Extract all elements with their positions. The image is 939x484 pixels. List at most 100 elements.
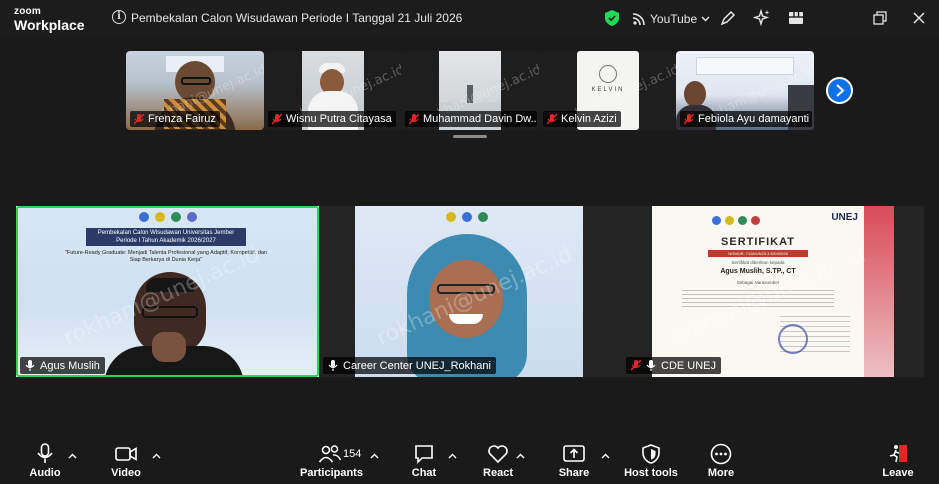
share-options-caret-icon[interactable] <box>601 451 611 459</box>
pinned-mic-icon <box>646 360 656 371</box>
meeting-toolbar: Audio Video Participants Chat React Shar… <box>0 437 939 484</box>
participant-thumbnail[interactable]: KELVIN rokhani@unej.ac.id Kelvin Azizi <box>539 51 677 130</box>
participants-options-caret-icon[interactable] <box>370 451 380 459</box>
logo-bottom-text: Workplace <box>14 17 85 33</box>
participant-nametag: Kelvin Azizi <box>543 111 621 127</box>
close-window-icon[interactable] <box>910 9 928 27</box>
react-options-caret-icon[interactable] <box>516 451 526 459</box>
thumbnail-logo-text: KELVIN <box>591 87 625 93</box>
sparkle-ai-icon[interactable] <box>753 9 771 27</box>
microphone-icon <box>37 443 53 463</box>
more-label: More <box>707 467 735 479</box>
certificate-role: Sebagai Narasumber <box>736 280 780 285</box>
certificate-card: UNEJ SERTIFIKAT NOMOR: 7128/UN25.3.5/DI/… <box>652 206 894 377</box>
leave-label: Leave <box>882 467 914 479</box>
slide-logos <box>48 212 288 226</box>
chevron-down-icon <box>701 16 710 22</box>
video-options-caret-icon[interactable] <box>152 451 162 459</box>
info-icon[interactable]: i <box>112 10 126 24</box>
heart-icon <box>488 445 508 464</box>
security-shield-icon[interactable] <box>605 10 619 26</box>
participant-thumbnail[interactable]: rokhani@unej.ac.id Wisnu Putra Citayasa <box>264 51 402 130</box>
certificate-given-to: Sertifikat diberikan kepada <box>731 260 785 265</box>
leave-door-icon <box>889 445 907 463</box>
share-button[interactable]: Share <box>555 443 593 479</box>
certificate-seal <box>778 324 808 354</box>
participant-nametag: Career Center UNEJ_Rokhani <box>323 357 496 374</box>
participant-nametag: Frenza Fairuz <box>130 111 220 127</box>
participant-name: Frenza Fairuz <box>148 113 216 125</box>
pinned-mic-icon <box>328 360 338 371</box>
participant-name: CDE UNEJ <box>661 359 717 372</box>
react-label: React <box>483 467 513 479</box>
chat-options-caret-icon[interactable] <box>448 451 458 459</box>
muted-mic-icon <box>684 113 694 124</box>
participants-icon <box>318 445 342 463</box>
certificate-recipient: Agus Muslih, S.TP., CT <box>720 268 796 275</box>
audio-options-caret-icon[interactable] <box>68 451 78 459</box>
title-bar: zoom Workplace i Pembekalan Calon Wisuda… <box>0 0 939 38</box>
participant-name: Febiola Ayu damayanti <box>698 113 810 125</box>
video-camera-icon <box>115 447 137 461</box>
more-dots-icon <box>710 443 732 465</box>
participant-nametag: Wisnu Putra Citayasa <box>268 111 396 127</box>
participant-thumbnail[interactable]: rokhani@unej.ac.id Frenza Fairuz <box>126 51 264 130</box>
participants-label: Participants <box>300 467 363 479</box>
muted-mic-icon <box>134 113 144 124</box>
participant-nametag: Febiola Ayu damayanti <box>680 111 812 127</box>
live-label: YouTube <box>650 12 698 26</box>
participant-name: Career Center UNEJ_Rokhani <box>343 359 491 372</box>
page-indicator[interactable] <box>453 135 487 138</box>
participant-nametag: Agus Muslih <box>20 357 105 374</box>
audio-button[interactable]: Audio <box>26 443 64 479</box>
host-tools-button[interactable]: Host tools <box>624 443 678 479</box>
video-tile[interactable]: UNEJ SERTIFIKAT NOMOR: 7128/UN25.3.5/DI/… <box>622 206 924 377</box>
participant-count-badge: 154 <box>343 448 362 460</box>
slide-tagline: "Future-Ready Graduate: Menjadi Talenta … <box>64 250 268 263</box>
meeting-title: Pembekalan Calon Wisudawan Periode I Tan… <box>131 11 463 25</box>
participant-thumbnail[interactable]: rokhani@unej.ac.id Muhammad Davin Dw... <box>401 51 539 130</box>
share-label: Share <box>558 467 590 479</box>
muted-mic-icon <box>272 113 282 124</box>
video-button[interactable]: Video <box>107 443 145 479</box>
next-page-button[interactable] <box>826 77 853 104</box>
more-button[interactable]: More <box>704 443 738 479</box>
muted-mic-icon <box>631 360 641 371</box>
slide-header: Pembekalan Calon Wisudawan Universitas J… <box>86 228 246 246</box>
video-tile[interactable]: rokhani@unej.ac.id Career Center UNEJ_Ro… <box>319 206 622 377</box>
chat-bubble-icon <box>415 445 433 464</box>
chevron-right-icon <box>836 84 845 97</box>
pinned-mic-icon <box>25 360 35 371</box>
muted-mic-icon <box>409 113 419 124</box>
certificate-number: NOMOR: 7128/UN25.3.5/DI/2026 <box>708 250 808 257</box>
muted-mic-icon <box>547 113 557 124</box>
certificate-logos <box>712 216 760 225</box>
annotate-pen-icon[interactable] <box>719 9 737 27</box>
video-tile-speaker[interactable]: Pembekalan Calon Wisudawan Universitas J… <box>16 206 319 377</box>
participant-name: Kelvin Azizi <box>561 113 617 125</box>
broadcast-icon <box>632 13 645 26</box>
logo-top-text: zoom <box>14 6 41 17</box>
host-tools-label: Host tools <box>624 467 678 479</box>
share-screen-icon <box>563 445 585 462</box>
certificate-brand: UNEJ <box>831 212 858 223</box>
participant-nametag: CDE UNEJ <box>626 357 722 374</box>
chat-label: Chat <box>411 467 437 479</box>
participant-name: Agus Muslih <box>40 359 100 372</box>
participant-nametag: Muhammad Davin Dw... <box>405 111 537 127</box>
slide-logos <box>367 212 567 226</box>
chat-button[interactable]: Chat <box>406 443 442 479</box>
react-button[interactable]: React <box>478 443 518 479</box>
app-logo: zoom Workplace <box>14 6 85 33</box>
certificate-title: SERTIFIKAT <box>721 236 795 248</box>
participant-name: Wisnu Putra Citayasa <box>286 113 392 125</box>
participant-thumbnail[interactable]: rokhani@unej.ac.id Febiola Ayu damayanti <box>676 51 814 130</box>
gallery-view-icon[interactable] <box>787 9 805 27</box>
participant-name: Muhammad Davin Dw... <box>423 113 537 125</box>
restore-window-icon[interactable] <box>871 9 889 27</box>
audio-label: Audio <box>29 467 61 479</box>
live-stream-indicator[interactable]: YouTube <box>632 10 710 28</box>
shield-icon <box>642 444 660 464</box>
leave-button[interactable]: Leave <box>880 443 916 479</box>
video-label: Video <box>111 467 141 479</box>
